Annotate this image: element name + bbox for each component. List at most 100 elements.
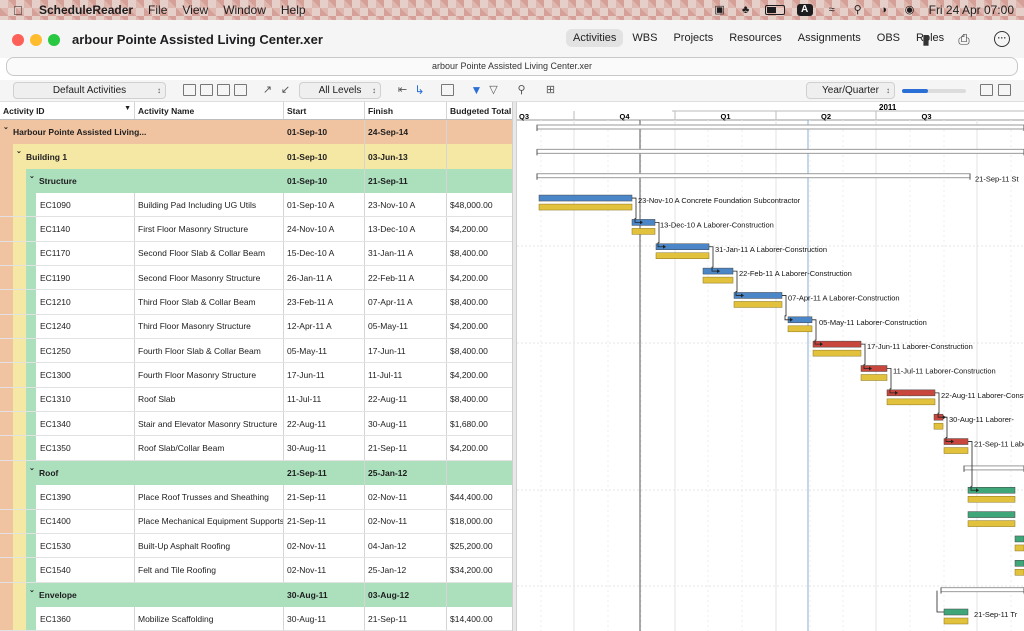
search-icon[interactable]: ⚲	[515, 84, 528, 96]
baseline-bar	[787, 325, 813, 333]
menu-view[interactable]: View	[182, 3, 208, 17]
zoom-slider[interactable]	[902, 89, 966, 93]
wbs-row[interactable]: ⌄ Structure 01-Sep-10 21-Sep-11	[0, 168, 514, 194]
chevron-updown-icon: ↕	[372, 86, 376, 95]
table-row[interactable]: EC1310 Roof Slab 11-Jul-11 22-Aug-11 $8,400.…	[0, 387, 514, 413]
table-row[interactable]: EC1170 Second Floor Slab & Collar Beam 15-…	[0, 241, 514, 267]
tab-obs[interactable]: OBS	[870, 29, 907, 47]
column-header-activity-id[interactable]: Activity ID ▼	[0, 102, 135, 119]
battery-icon[interactable]	[764, 5, 785, 15]
wbs-row[interactable]: ⌄ Envelope 30-Aug-11 03-Aug-12	[0, 582, 514, 607]
grid-options-icon[interactable]: ⊞	[544, 84, 557, 96]
cell-activity-name: Roof Slab	[135, 387, 284, 412]
close-window-button[interactable]	[12, 34, 24, 46]
table-row[interactable]: EC1090 Building Pad Including UG Utils 01-…	[0, 193, 514, 218]
table-row[interactable]: EC1250 Fourth Floor Slab & Collar Beam 05-…	[0, 339, 514, 364]
filter-options-icon[interactable]: ▽	[487, 84, 500, 96]
tab-assignments[interactable]: Assignments	[791, 29, 868, 47]
control-center-icon[interactable]: ◑	[877, 4, 891, 16]
wbs-level-bar	[26, 558, 36, 582]
table-row[interactable]: EC1400 Place Mechanical Equipment Support…	[0, 509, 514, 534]
cell-budgeted-cost: $4,200.00	[447, 363, 514, 387]
wifi-icon[interactable]: ≈	[825, 4, 839, 16]
wbs-level-bar	[0, 193, 13, 217]
table-row[interactable]: EC1140 First Floor Masonry Structure 24-No…	[0, 217, 514, 242]
cell-start: 24-Nov-10 A	[284, 217, 365, 241]
zoom-window-button[interactable]	[48, 34, 60, 46]
camera-icon[interactable]: ▣	[713, 4, 727, 16]
window-titlebar: arbour Pointe Assisted Living Center.xer…	[0, 20, 1024, 58]
chevron-down-icon[interactable]: ⌄	[29, 464, 35, 472]
expand-icon[interactable]: ↗	[261, 84, 274, 96]
wbs-row[interactable]: ⌄ Roof 21-Sep-11 25-Jan-12	[0, 460, 514, 486]
baseline-bar	[538, 203, 633, 211]
wbs-row[interactable]: ⌄ Building 1 01-Sep-10 03-Jun-13	[0, 144, 514, 169]
chevron-down-icon[interactable]: ⌄	[29, 586, 35, 594]
row-layout-icon[interactable]	[217, 84, 230, 96]
tab-wbs[interactable]: WBS	[625, 29, 664, 47]
chevron-down-icon[interactable]: ⌄	[29, 172, 35, 180]
siri-icon[interactable]: ◉	[903, 4, 917, 16]
bar-chart-icon[interactable]: ▮	[918, 31, 934, 47]
tab-resources[interactable]: Resources	[722, 29, 789, 47]
cell-finish: 17-Jun-11	[365, 339, 447, 363]
collapse-icon[interactable]: ↙	[279, 84, 292, 96]
column-layout-icon[interactable]	[200, 84, 213, 96]
column-header-finish[interactable]: Finish	[365, 102, 447, 119]
cell-finish: 03-Aug-12	[365, 582, 447, 607]
spotlight-search-icon[interactable]: ⚲	[851, 4, 865, 16]
gantt-layout-icon[interactable]	[234, 84, 247, 96]
cell-start: 30-Aug-11	[284, 436, 365, 460]
table-row[interactable]: EC1210 Third Floor Slab & Collar Beam 23-F…	[0, 290, 514, 315]
wbs-level-bar	[13, 558, 26, 582]
print-icon[interactable]: ⎙	[956, 31, 972, 47]
cell-finish: 03-Jun-13	[365, 144, 447, 169]
menu-window[interactable]: Window	[223, 3, 266, 17]
keyboard-input-icon[interactable]: A	[796, 4, 813, 16]
table-row[interactable]: EC1300 Fourth Floor Masonry Structure 17-J…	[0, 363, 514, 388]
table-row[interactable]: EC1360 Mobilize Scaffolding 30-Aug-11 21-Se…	[0, 606, 514, 631]
activity-bar	[538, 194, 633, 202]
table-grid-icon[interactable]	[183, 84, 196, 96]
wbs-row[interactable]: ⌄ Harbour Pointe Assisted Living... 01-Sep…	[0, 120, 514, 145]
timescale-select[interactable]: Year/Quarter ↕	[806, 82, 895, 99]
chevron-down-icon[interactable]: ⌄	[16, 147, 22, 155]
table-row[interactable]: EC1530 Built-Up Asphalt Roofing 02-Nov-11 0…	[0, 533, 514, 559]
evernote-icon[interactable]: ♣	[739, 4, 753, 16]
tab-projects[interactable]: Projects	[666, 29, 720, 47]
menu-file[interactable]: File	[148, 3, 167, 17]
tab-activities[interactable]: Activities	[566, 29, 624, 47]
cell-budgeted-cost: $4,200.00	[447, 436, 514, 460]
minimize-window-button[interactable]	[30, 34, 42, 46]
table-row[interactable]: EC1190 Second Floor Masonry Structure 26-J…	[0, 266, 514, 291]
panel-view-icon[interactable]	[998, 84, 1011, 96]
table-row[interactable]: EC1240 Third Floor Masonry Structure 12-Ap…	[0, 314, 514, 340]
baseline-bar	[860, 374, 888, 381]
window-title: arbour Pointe Assisted Living Center.xer	[72, 32, 323, 47]
indent-icon[interactable]: ⇤	[396, 84, 409, 96]
app-menu[interactable]: ScheduleReader	[39, 3, 133, 17]
column-header-start[interactable]: Start	[284, 102, 365, 119]
table-row[interactable]: EC1390 Place Roof Trusses and Sheathing 21…	[0, 485, 514, 510]
chevron-down-icon[interactable]: ⌄	[3, 123, 9, 131]
wbs-level-bar	[26, 217, 36, 241]
menubar-clock[interactable]: Fri 24 Apr 07:00	[929, 3, 1014, 17]
cell-start: 01-Sep-10	[284, 120, 365, 145]
table-row[interactable]: EC1340 Stair and Elevator Masonry Structu…	[0, 412, 514, 437]
more-options-icon[interactable]: ···	[994, 31, 1010, 47]
split-view-icon[interactable]	[980, 84, 993, 96]
table-row[interactable]: EC1350 Roof Slab/Collar Beam 30-Aug-11 21-S…	[0, 436, 514, 461]
table-row[interactable]: EC1540 Felt and Tile Roofing 02-Nov-11 25-J…	[0, 558, 514, 583]
levels-select[interactable]: All Levels ↕	[299, 82, 381, 99]
cell-finish: 07-Apr-11 A	[365, 290, 447, 314]
apple-menu-icon[interactable]: 	[13, 3, 27, 18]
relationship-link	[936, 590, 944, 613]
column-header-activity-name[interactable]: Activity Name	[135, 102, 284, 119]
bar-label: 31-Jan-11 A Laborer-Construction	[715, 245, 827, 254]
menu-help[interactable]: Help	[281, 3, 306, 17]
column-header-budgeted-cost[interactable]: Budgeted Total C	[447, 102, 514, 119]
filter-icon[interactable]: ▼	[470, 84, 483, 96]
relationship-icon[interactable]: ↳	[413, 84, 426, 96]
layout-select[interactable]: Default Activities ↕	[13, 82, 166, 99]
report-icon[interactable]	[441, 84, 454, 96]
